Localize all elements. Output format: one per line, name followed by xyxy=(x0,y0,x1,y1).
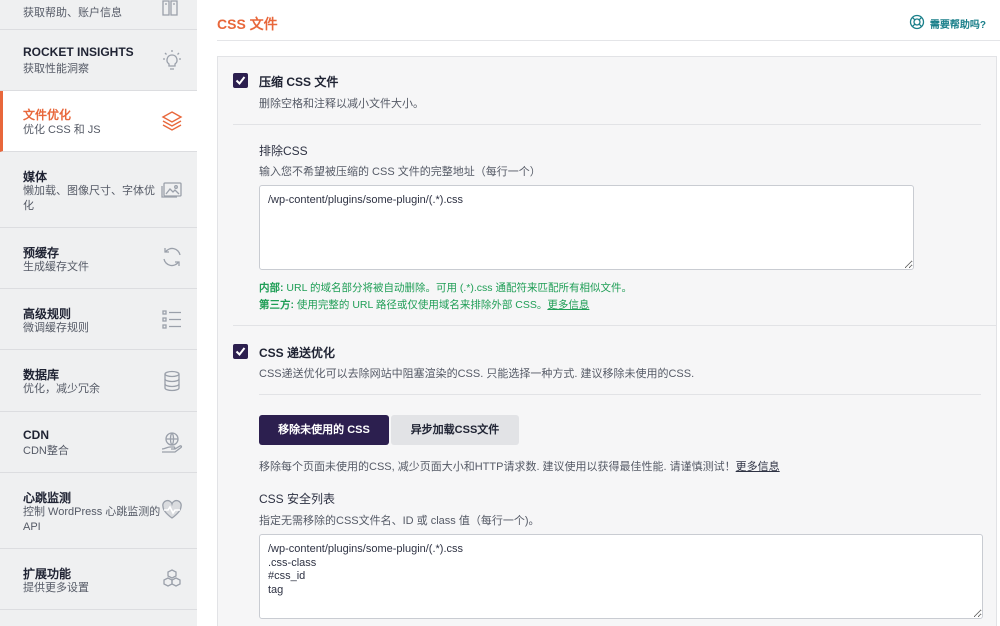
sidebar-item-subtitle: 提供更多设置 xyxy=(23,582,89,594)
divider xyxy=(259,394,981,395)
more-info-link[interactable]: 更多信息 xyxy=(547,299,589,311)
book-icon xyxy=(160,0,184,21)
sidebar-item-rocket-insights[interactable]: ROCKET INSIGHTS 获取性能洞察 xyxy=(0,30,197,91)
main-content: CSS 文件 需要帮助吗? 压缩 CSS 文件 删除空格和注释以减小文件大小。 … xyxy=(197,0,1000,626)
divider xyxy=(233,325,996,326)
sidebar-item-subtitle: 获取性能洞察 xyxy=(23,63,89,75)
sidebar-item-title: 数据库 xyxy=(23,368,60,382)
heartbeat-icon xyxy=(160,498,184,522)
sidebar-item-title: 预缓存 xyxy=(23,246,60,260)
sidebar-item-subtitle: 控制 WordPress 心跳监测的 API xyxy=(23,506,161,533)
sidebar-item-subtitle: 优化 CSS 和 JS xyxy=(23,124,101,136)
async-load-css-button[interactable]: 异步加载CSS文件 xyxy=(391,415,519,445)
help-link[interactable]: 需要帮助吗? xyxy=(909,14,986,33)
sidebar-item-subtitle: 懒加载、图像尺寸、字体优化 xyxy=(23,185,155,212)
sidebar-item-advanced-rules[interactable]: 高级规则 微调缓存规则 xyxy=(0,289,197,350)
exclude-css-description: 输入您不希望被压缩的 CSS 文件的完整地址（每行一个） xyxy=(259,166,541,178)
note-third-party-text: 使用完整的 URL 路径或仅使用域名来排除外部 CSS。 xyxy=(294,299,548,311)
minify-css-title: 压缩 CSS 文件 xyxy=(259,75,339,89)
globe-hand-icon xyxy=(160,430,184,454)
layers-icon xyxy=(160,109,184,133)
sidebar-item-title: 文件优化 xyxy=(23,108,72,122)
sidebar-item-file-optimization[interactable]: 文件优化 优化 CSS 和 JS xyxy=(0,91,197,152)
minify-css-description: 删除空格和注释以减小文件大小。 xyxy=(259,98,424,110)
sidebar-item-subtitle: 优化，减少冗余 xyxy=(23,383,100,395)
sidebar-item-title: 扩展功能 xyxy=(23,567,72,581)
remove-unused-css-description: 移除每个页面未使用的CSS, 减少页面大小和HTTP请求数. 建议使用以获得最佳… xyxy=(259,458,780,474)
page-title: CSS 文件 xyxy=(217,16,278,32)
css-safelist-label: CSS 安全列表 xyxy=(259,492,336,506)
css-safelist-textarea[interactable]: /wp-content/plugins/some-plugin/(.*).css… xyxy=(259,534,983,619)
sidebar-item-title: 心跳监测 xyxy=(23,491,72,505)
sidebar-item-help-account[interactable]: 获取帮助、账户信息 xyxy=(0,0,197,30)
exclude-css-label: 排除CSS xyxy=(259,144,308,158)
sidebar-item-subtitle: 生成缓存文件 xyxy=(23,261,89,273)
minify-css-checkbox[interactable] xyxy=(233,73,248,88)
sidebar-item-preload[interactable]: 预缓存 生成缓存文件 xyxy=(0,228,197,289)
css-delivery-description: CSS递送优化可以去除网站中阻塞渲染的CSS. 只能选择一种方式. 建议移除未使… xyxy=(259,368,695,380)
exclude-css-textarea[interactable]: /wp-content/plugins/some-plugin/(.*).css xyxy=(259,185,914,270)
list-icon xyxy=(160,307,184,331)
sidebar-item-database[interactable]: 数据库 优化，减少冗余 xyxy=(0,350,197,412)
exclude-css-note-third-party: 第三方: 使用完整的 URL 路径或仅使用域名来排除外部 CSS。更多信息 xyxy=(259,297,589,312)
title-divider xyxy=(217,40,1000,41)
sidebar-item-title: CDN xyxy=(23,428,49,442)
refresh-icon xyxy=(160,245,184,269)
divider xyxy=(233,124,981,125)
css-safelist-description: 指定无需移除的CSS文件名、ID 或 class 值（每行一个)。 xyxy=(259,515,540,527)
lifebuoy-icon xyxy=(909,14,930,33)
settings-panel: 压缩 CSS 文件 删除空格和注释以减小文件大小。 排除CSS 输入您不希望被压… xyxy=(217,56,997,626)
help-link-label: 需要帮助吗? xyxy=(929,20,986,31)
note-internal-label: 内部: xyxy=(259,282,284,294)
sidebar-item-heartbeat[interactable]: 心跳监测 控制 WordPress 心跳监测的 API xyxy=(0,473,197,549)
sidebar-item-subtitle: 微调缓存规则 xyxy=(23,322,89,334)
image-icon xyxy=(160,177,184,201)
note-third-party-label: 第三方: xyxy=(259,299,294,311)
database-icon xyxy=(160,369,184,393)
sidebar-item-title: ROCKET INSIGHTS xyxy=(23,45,134,59)
sidebar-item-add-ons[interactable]: 扩展功能 提供更多设置 xyxy=(0,549,197,610)
remove-unused-css-button[interactable]: 移除未使用的 CSS xyxy=(259,415,389,445)
css-delivery-title: CSS 递送优化 xyxy=(259,346,336,360)
sidebar-item-title: 媒体 xyxy=(23,170,48,184)
sidebar-item-media[interactable]: 媒体 懒加载、图像尺寸、字体优化 xyxy=(0,152,197,228)
lightbulb-icon xyxy=(160,49,184,73)
sidebar-item-cdn[interactable]: CDN CDN整合 xyxy=(0,412,197,473)
css-delivery-checkbox[interactable] xyxy=(233,344,248,359)
sidebar-item-subtitle: CDN整合 xyxy=(23,445,69,457)
cubes-icon xyxy=(160,567,184,591)
remove-unused-css-description-text: 移除每个页面未使用的CSS, 减少页面大小和HTTP请求数. 建议使用以获得最佳… xyxy=(259,461,736,473)
exclude-css-note-internal: 内部: URL 的域名部分将被自动删除。可用 (.*).css 通配符来匹配所有… xyxy=(259,280,632,295)
sidebar-item-title: 高级规则 xyxy=(23,307,72,321)
note-internal-text: URL 的域名部分将被自动删除。可用 (.*).css 通配符来匹配所有相似文件… xyxy=(283,282,632,294)
sidebar: 获取帮助、账户信息 ROCKET INSIGHTS 获取性能洞察 文件优化 优化… xyxy=(0,0,197,626)
sidebar-item-subtitle: 获取帮助、账户信息 xyxy=(23,7,122,19)
more-info-link[interactable]: 更多信息 xyxy=(736,461,780,473)
